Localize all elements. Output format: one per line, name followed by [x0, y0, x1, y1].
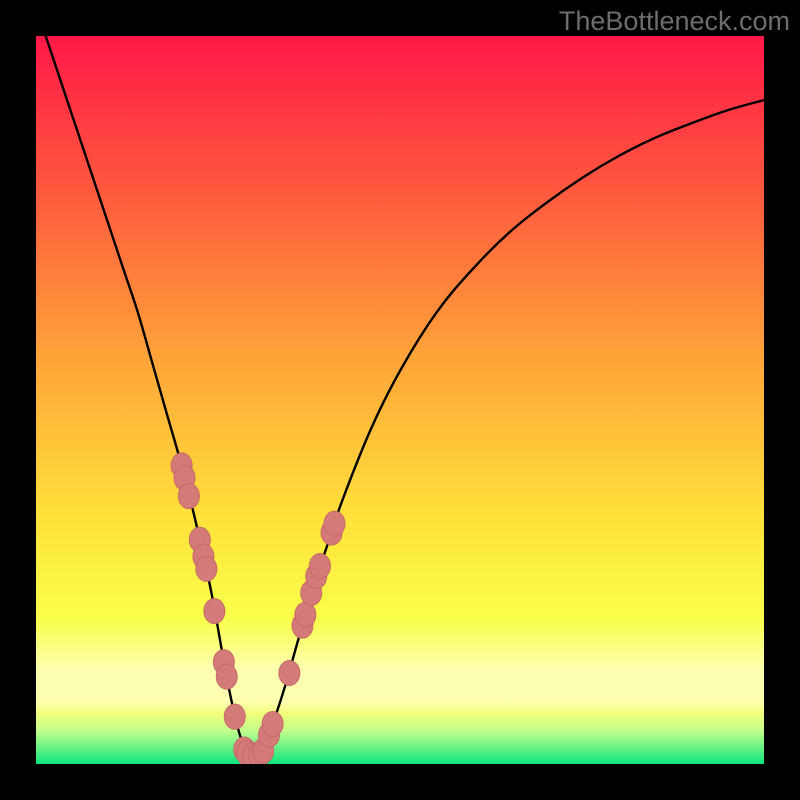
curve-marker [279, 661, 300, 686]
curve-marker [196, 556, 217, 581]
curve-marker [178, 484, 199, 509]
curve-marker [295, 602, 316, 627]
curve-marker [324, 511, 345, 536]
curve-marker [309, 553, 330, 578]
watermark-text: TheBottleneck.com [559, 6, 790, 37]
gradient-background [36, 36, 764, 764]
curve-marker [262, 711, 283, 736]
curve-marker [216, 664, 237, 689]
curve-marker [204, 599, 225, 624]
plot-area [36, 36, 764, 764]
chart-svg [36, 36, 764, 764]
curve-marker [224, 704, 245, 729]
chart-frame: TheBottleneck.com [0, 0, 800, 800]
